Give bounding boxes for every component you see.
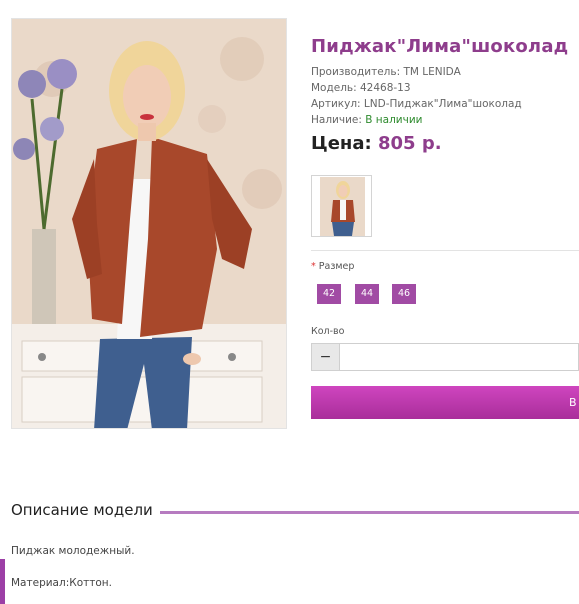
thumbnail-illustration (320, 177, 365, 236)
manufacturer-text: Производитель: ТМ LENIDA (311, 66, 461, 78)
quantity-label: Кол-во (311, 326, 345, 337)
availability: Наличие: В наличии (311, 114, 422, 126)
size-option-44[interactable]: 44 (355, 284, 379, 304)
availability-label: Наличие: (311, 114, 362, 126)
options-divider (311, 250, 579, 251)
size-label-text: Размер (318, 261, 355, 272)
size-option-46[interactable]: 46 (392, 284, 416, 304)
description-rule (160, 511, 579, 514)
price-label: Цена: (311, 133, 372, 154)
required-mark: * (311, 261, 316, 272)
description-title: Описание модели (11, 501, 153, 519)
size-option-42[interactable]: 42 (317, 284, 341, 304)
description-line: Материал:Коттон. (11, 577, 112, 589)
article-text: Артикул: LND-Пиджак"Лима"шоколад (311, 98, 522, 110)
price-value: 805 р. (377, 133, 442, 154)
buy-button[interactable]: В (311, 386, 579, 419)
price: Цена: 805 р. (311, 133, 442, 154)
quantity-decrease-button[interactable]: − (311, 343, 340, 371)
availability-status: В наличии (365, 114, 423, 126)
model-text: Модель: 42468-13 (311, 82, 411, 94)
product-title: Пиджак"Лима"шоколад (311, 36, 569, 57)
side-feedback-tab[interactable] (0, 559, 5, 604)
size-label: * Размер (311, 261, 354, 272)
quantity-input[interactable] (339, 343, 579, 371)
description-line: Пиджак молодежный. (11, 545, 135, 557)
main-product-image[interactable] (11, 18, 287, 429)
product-photo-illustration (12, 19, 286, 428)
product-thumbnail[interactable] (311, 175, 372, 237)
